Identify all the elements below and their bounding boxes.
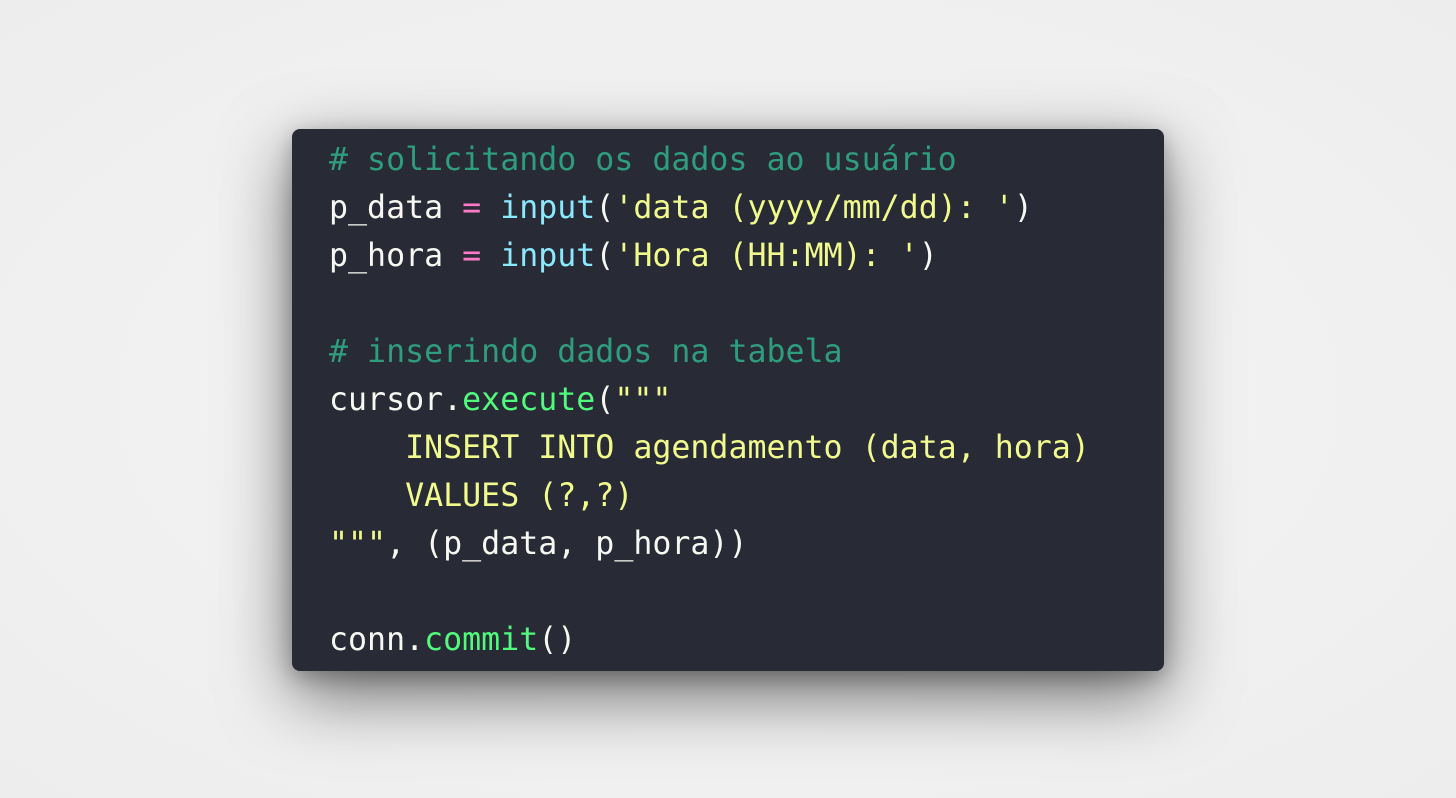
code-text: p_hora (329, 238, 463, 274)
code-line: """, (p_data, p_hora)) (329, 520, 1090, 568)
code-operator: = (462, 238, 482, 274)
code-text: ) (1013, 190, 1033, 226)
code-text: conn. (329, 622, 425, 658)
code-block: # solicitando os dados ao usuário p_data … (329, 136, 1090, 664)
code-operator: = (462, 190, 482, 226)
code-builtin: input (500, 190, 596, 226)
code-text: cursor. (329, 382, 463, 418)
code-snippet-card: # solicitando os dados ao usuário p_data … (292, 129, 1164, 671)
code-text: , (p_data, p_hora)) (386, 526, 748, 562)
code-line: conn.commit() (329, 616, 1090, 664)
code-line: # inserindo dados na tabela (329, 328, 1090, 376)
code-text: ( (595, 382, 615, 418)
code-string: 'data (yyyy/mm/dd): ' (614, 190, 1014, 226)
code-function: execute (462, 382, 596, 418)
code-line: VALUES (?,?) (329, 472, 1090, 520)
code-line: # solicitando os dados ao usuário (329, 136, 1090, 184)
code-comment: # solicitando os dados ao usuário (329, 142, 957, 178)
code-function: commit (424, 622, 539, 658)
code-string: VALUES (?,?) (329, 478, 634, 514)
code-line: cursor.execute(""" (329, 376, 1090, 424)
code-line: p_hora = input('Hora (HH:MM): ') (329, 232, 1090, 280)
code-builtin: input (500, 238, 596, 274)
code-string: """ (329, 526, 387, 562)
code-comment: # inserindo dados na tabela (329, 334, 843, 370)
code-text: ( (595, 238, 615, 274)
code-text: p_data (329, 190, 463, 226)
code-string: 'Hora (HH:MM): ' (614, 238, 919, 274)
code-text: ) (918, 238, 938, 274)
code-string: """ (614, 382, 672, 418)
code-string: INSERT INTO agendamento (data, hora) (329, 430, 1090, 466)
code-line: INSERT INTO agendamento (data, hora) (329, 424, 1090, 472)
code-text: ( (595, 190, 615, 226)
code-text: () (538, 622, 577, 658)
code-line: p_data = input('data (yyyy/mm/dd): ') (329, 184, 1090, 232)
